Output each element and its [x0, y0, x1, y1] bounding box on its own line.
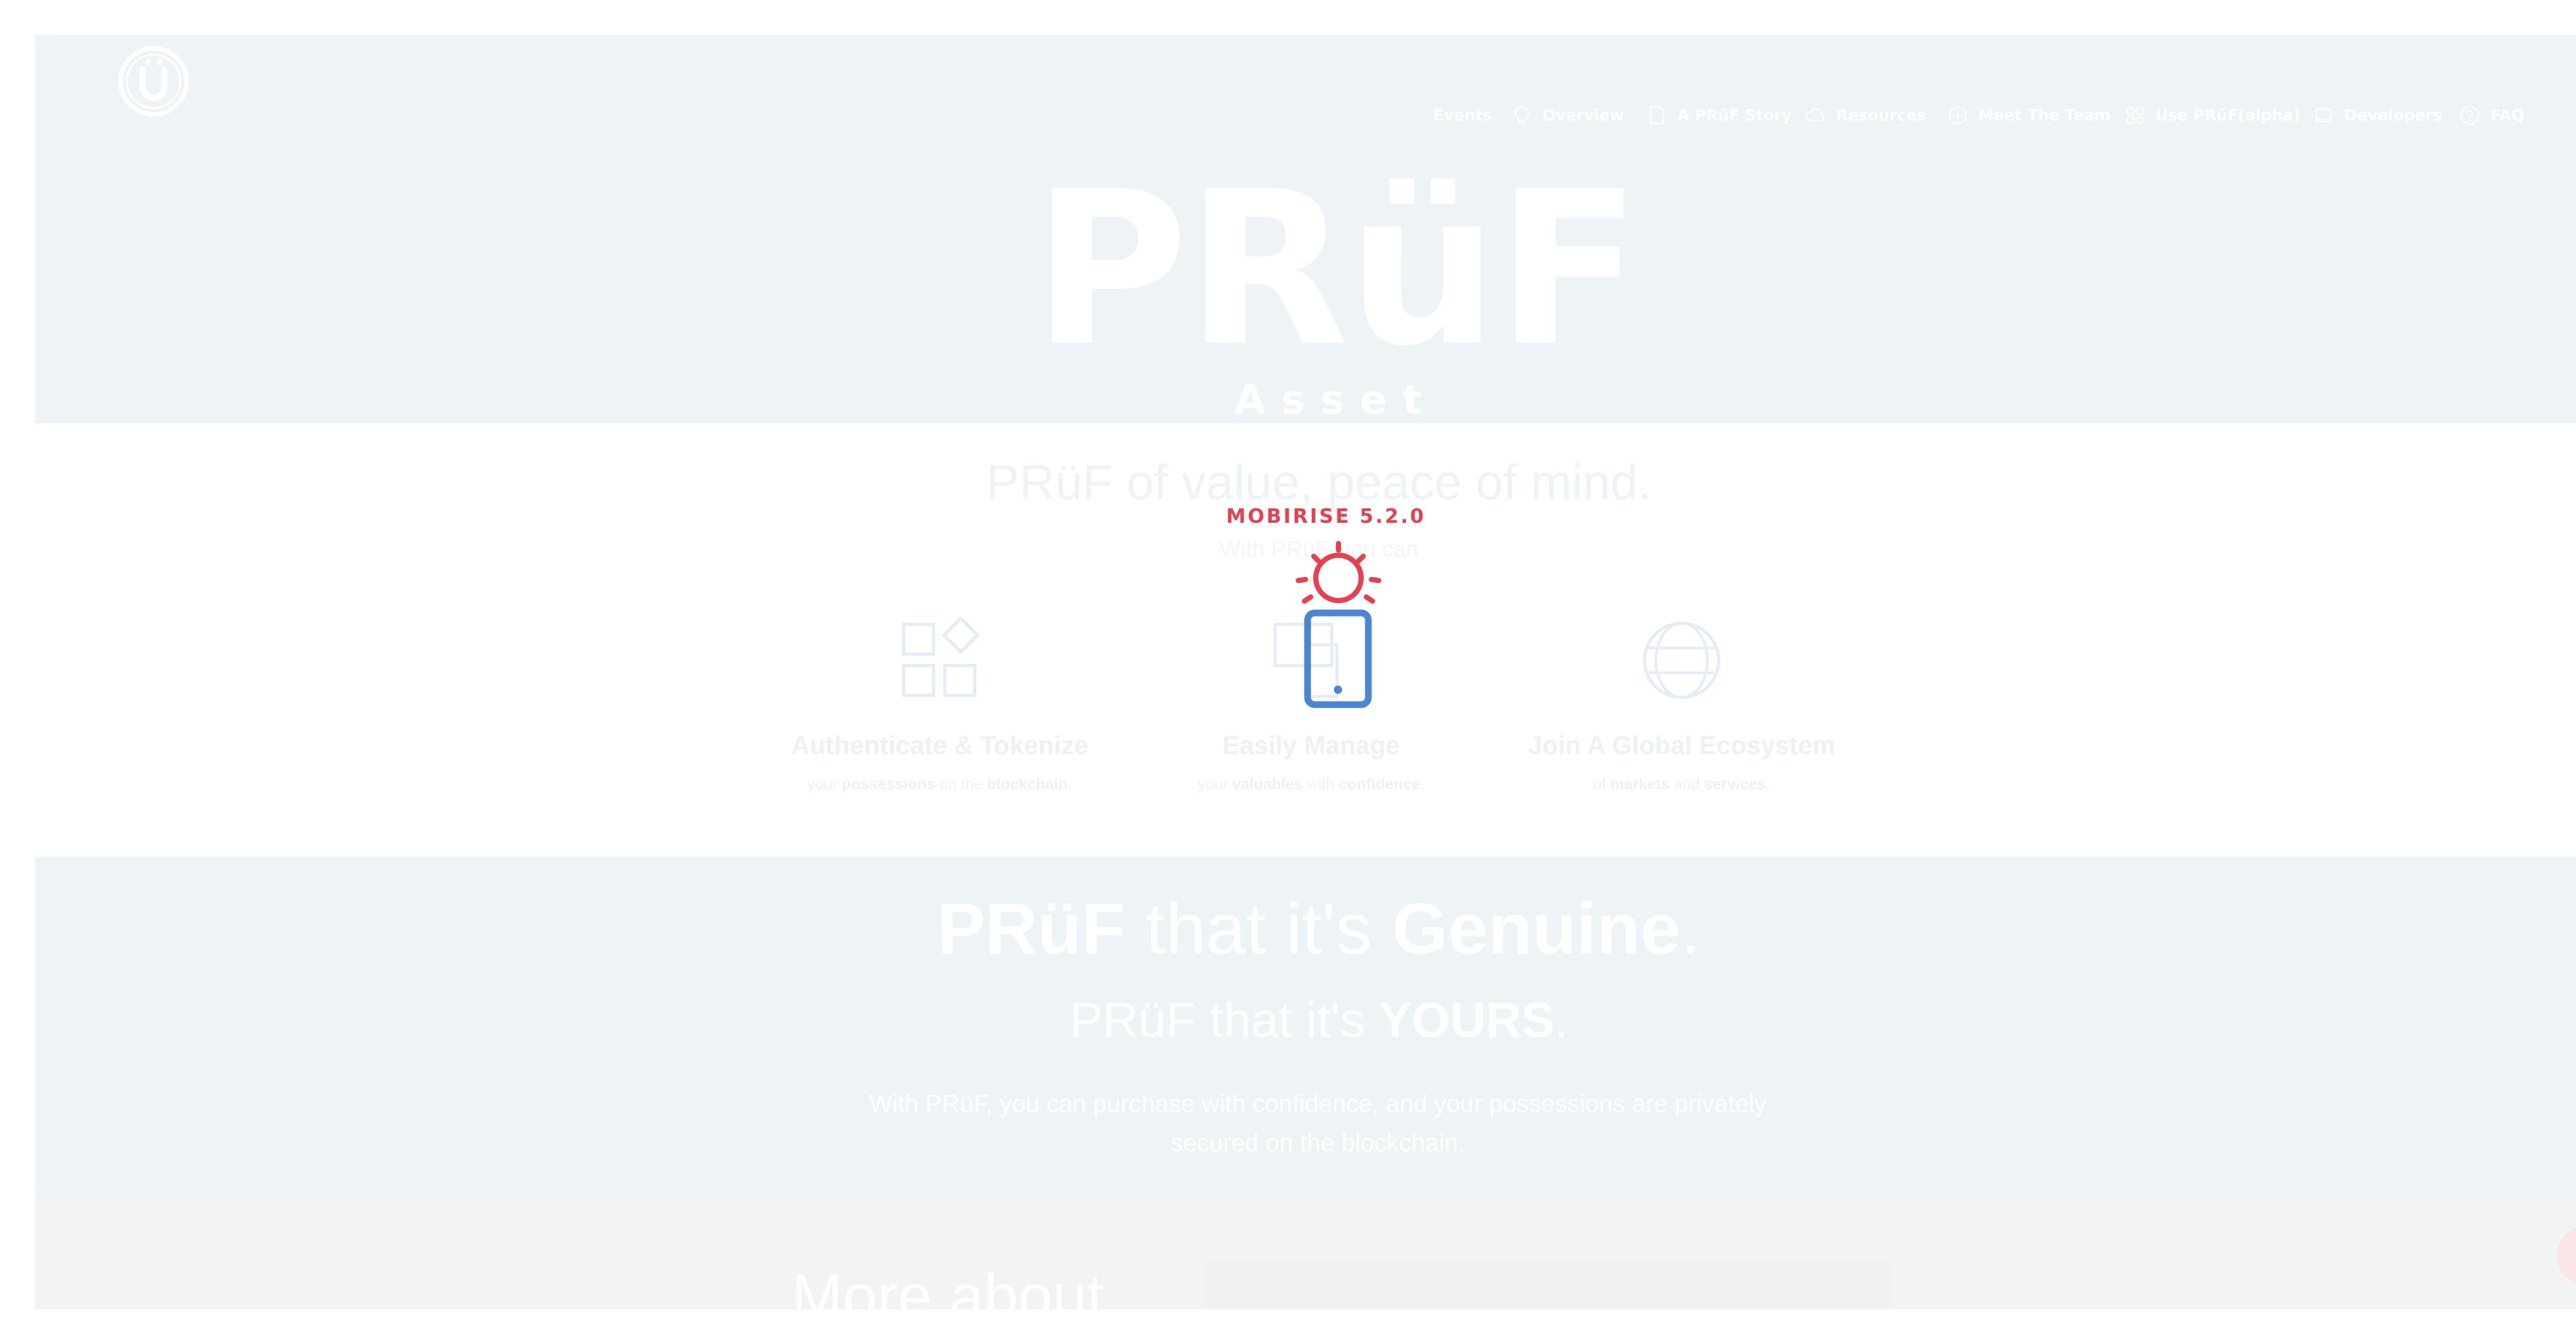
feature-title: Join A Global Ecosystem: [1528, 731, 1836, 760]
nav-faq-label: FAQ: [2490, 106, 2524, 125]
arrow-up-icon: [2573, 1242, 2576, 1268]
team-icon: [1948, 106, 1967, 125]
feature-desc: your valuables with confidence.: [1197, 776, 1425, 793]
nav-events[interactable]: Events: [1433, 104, 1492, 127]
yours-headline: PRüF that it's YOURS.: [1070, 993, 1568, 1048]
laptop-icon: [2314, 108, 2333, 123]
apps-icon: [2126, 106, 2144, 125]
nav-use-pruf-label: Use PRüF(alpha): [2156, 106, 2300, 125]
globe-icon: [1643, 622, 1720, 699]
more-about-title: More about: [791, 1262, 1105, 1331]
feature-card-authenticate: Authenticate & Tokenize your possessions…: [775, 614, 1105, 793]
brand-logo: PRüF Asset Provenance: [1011, 164, 1660, 470]
nav-developers[interactable]: Developers: [2312, 104, 2443, 127]
pruf-u-logo-icon[interactable]: [117, 45, 190, 118]
hero-section: Events Overview A PRüF Story Resources M…: [35, 35, 2576, 470]
features-tagline: PRüF of value, peace of mind.: [986, 455, 1652, 510]
book-icon: [1650, 106, 1664, 125]
lightbulb-icon: [1515, 106, 1529, 125]
genuine-body: With PRüF, you can purchase with confide…: [869, 1090, 1767, 1157]
nav-team-label: Meet The Team: [1978, 106, 2111, 125]
overlay-version-label: MOBIRISE 5.2.0: [1226, 505, 1426, 527]
nav-events-label: Events: [1433, 106, 1492, 125]
nav-use-pruf[interactable]: Use PRüF(alpha): [2124, 104, 2300, 127]
more-about-media: [1205, 1261, 1890, 1309]
feature-card-ecosystem: Join A Global Ecosystem of markets and s…: [1517, 614, 1846, 793]
nav-developers-label: Developers: [2344, 106, 2443, 125]
genuine-section: PRüF that it's Genuine. PRüF that it's Y…: [35, 857, 2576, 1199]
feature-desc: of markets and services.: [1593, 776, 1770, 793]
nav-resources[interactable]: Resources: [1804, 104, 1926, 127]
feature-title: Authenticate & Tokenize: [791, 731, 1089, 760]
nav-faq[interactable]: FAQ: [2459, 104, 2524, 127]
builder-overlay: MOBIRISE 5.2.0: [1226, 505, 1426, 731]
help-icon: [2460, 106, 2480, 125]
phone-sun-icon: [1296, 541, 1381, 708]
nav-story-label: A PRüF Story: [1677, 106, 1792, 125]
cloud-icon: [1805, 108, 1824, 122]
brand-wordmark: PRüF: [1032, 146, 1641, 393]
page: Events Overview A PRüF Story Resources M…: [0, 0, 2576, 1331]
nav-resources-label: Resources: [1836, 106, 1926, 125]
nav-team[interactable]: Meet The Team: [1946, 104, 2110, 127]
more-about-section: More about: [35, 1199, 2576, 1331]
nav-story[interactable]: A PRüF Story: [1646, 104, 1792, 127]
feature-desc: your possessions on the blockchain.: [807, 776, 1072, 793]
genuine-headline: PRüF that it's Genuine.: [937, 888, 1701, 969]
feature-title: Easily Manage: [1222, 731, 1400, 760]
nav-overview[interactable]: Overview: [1511, 104, 1624, 127]
grid-icon: [902, 616, 980, 697]
nav-overview-label: Overview: [1543, 106, 1624, 125]
